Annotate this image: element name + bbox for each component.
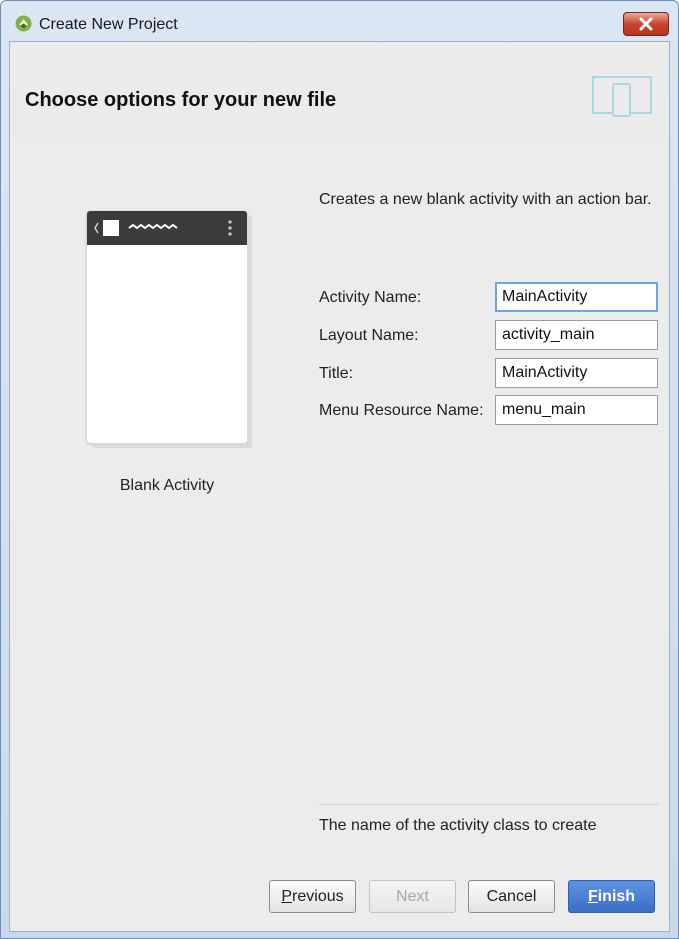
menu-resource-name-input[interactable] [495,395,658,425]
title-input[interactable] [495,358,658,388]
next-button[interactable]: Next [369,880,456,913]
divider [319,804,658,805]
action-bar-icon [94,220,232,236]
menu-resource-name-label: Menu Resource Name: [319,402,484,419]
layout-name-label: Layout Name: [319,327,419,344]
finish-button[interactable]: Finish [568,880,655,913]
close-button[interactable] [623,12,669,36]
dialog-window: Create New Project Choose options for yo… [0,0,679,939]
page-title: Choose options for your new file [25,89,337,111]
template-preview [87,211,247,443]
field-hint: The name of the activity class to create [319,817,597,834]
close-icon [639,17,653,31]
previous-button[interactable]: Previous [269,880,356,913]
device-icon [592,76,652,117]
title-label: Title: [319,365,354,382]
layout-name-input[interactable] [495,320,658,350]
cancel-button[interactable]: Cancel [468,880,555,913]
wizard-header: Choose options for your new file [10,42,669,142]
action-bar-preview [87,211,247,245]
activity-name-label: Activity Name: [319,289,422,306]
title-bar[interactable]: Create New Project [1,1,678,41]
template-caption: Blank Activity [119,477,215,494]
android-studio-icon [15,15,32,32]
template-description: Creates a new blank activity with an act… [319,191,652,208]
dialog-body: Choose options for your new file Blank A… [9,41,670,932]
activity-name-input[interactable] [495,282,658,312]
window-title: Create New Project [39,16,178,33]
